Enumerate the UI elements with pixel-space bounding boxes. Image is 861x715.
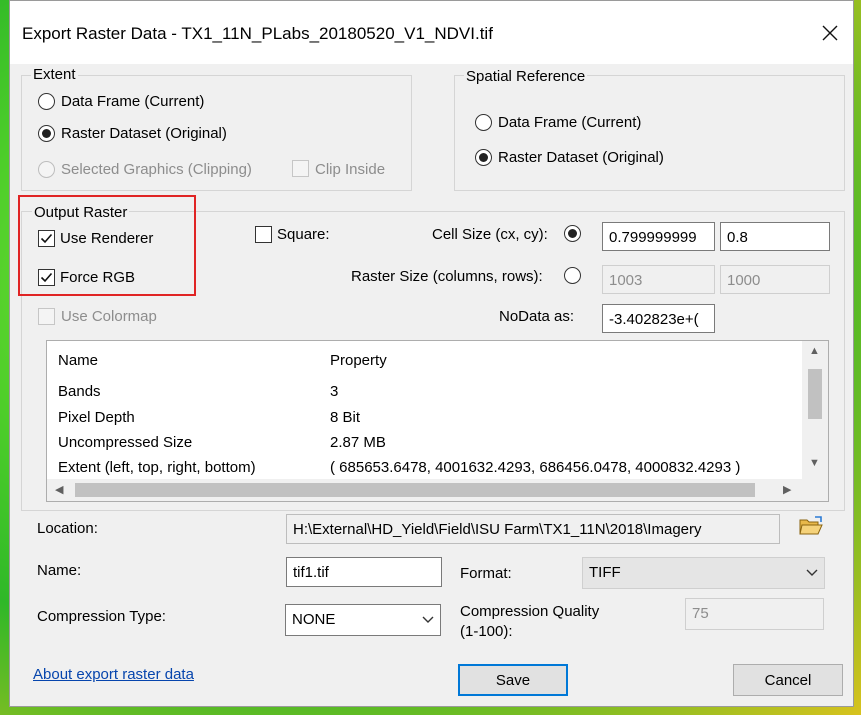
vertical-scroll-thumb[interactable]	[808, 369, 822, 419]
horizontal-scroll-thumb[interactable]	[75, 483, 755, 497]
location-input[interactable]: H:\External\HD_Yield\Field\ISU Farm\TX1_…	[286, 514, 780, 544]
compression-quality-label-line1: Compression Quality	[460, 603, 600, 620]
horizontal-scrollbar[interactable]: ◀ ▶	[47, 479, 802, 501]
compression-type-label: Compression Type:	[37, 608, 166, 625]
chevron-down-icon	[806, 569, 818, 576]
property-name: Bands	[58, 383, 101, 400]
property-name: Extent (left, top, right, bottom)	[58, 459, 256, 476]
square-label: Square:	[277, 226, 330, 243]
raster-size-radio[interactable]	[564, 267, 581, 284]
force-rgb-label: Force RGB	[60, 269, 136, 286]
force-rgb-checkbox[interactable]	[38, 269, 55, 286]
scroll-left-icon[interactable]: ◀	[55, 483, 63, 496]
extent-data-frame-label: Data Frame (Current)	[61, 93, 205, 110]
format-label: Format:	[460, 565, 512, 582]
checkmark-icon	[40, 272, 53, 283]
browse-folder-button[interactable]	[796, 512, 826, 540]
title-bar: Export Raster Data - TX1_11N_PLabs_20180…	[10, 1, 853, 64]
spatial-reference-group-label: Spatial Reference	[464, 68, 588, 85]
name-label: Name:	[37, 562, 82, 579]
raster-rows-input[interactable]: 1000	[720, 265, 830, 294]
use-renderer-label: Use Renderer	[60, 230, 154, 247]
chevron-down-icon	[422, 616, 434, 623]
sr-raster-dataset-label: Raster Dataset (Original)	[498, 149, 664, 166]
close-icon	[822, 25, 838, 41]
extent-raster-dataset-radio[interactable]	[38, 125, 55, 142]
compression-quality-label-line2: (1-100):	[460, 623, 513, 640]
property-name: Uncompressed Size	[58, 434, 193, 451]
close-button[interactable]	[807, 15, 853, 51]
nodata-input[interactable]: -3.402823e+(	[602, 304, 715, 333]
compression-type-dropdown[interactable]: NONE	[285, 604, 441, 636]
sr-data-frame-label: Data Frame (Current)	[498, 114, 642, 131]
property-value: 3	[330, 383, 339, 400]
column-header-property[interactable]: Property	[330, 352, 387, 369]
clip-inside-label: Clip Inside	[315, 161, 386, 178]
square-checkbox[interactable]	[255, 226, 272, 243]
format-dropdown[interactable]: TIFF	[582, 557, 825, 589]
cell-size-label: Cell Size (cx, cy):	[432, 226, 548, 243]
property-value: 2.87 MB	[330, 434, 386, 451]
location-label: Location:	[37, 520, 98, 537]
vertical-scrollbar[interactable]: ▲ ▼	[802, 341, 828, 479]
extent-selected-graphics-label: Selected Graphics (Clipping)	[61, 161, 252, 178]
compression-quality-input[interactable]: 75	[685, 598, 824, 630]
cell-size-radio[interactable]	[564, 225, 581, 242]
about-export-link[interactable]: About export raster data	[33, 666, 194, 683]
cell-size-y-input[interactable]: 0.8	[720, 222, 830, 251]
extent-data-frame-radio[interactable]	[38, 93, 55, 110]
property-value: 8 Bit	[330, 409, 361, 426]
sr-raster-dataset-radio[interactable]	[475, 149, 492, 166]
use-renderer-checkbox[interactable]	[38, 230, 55, 247]
column-header-name[interactable]: Name	[58, 352, 98, 369]
use-colormap-checkbox[interactable]	[38, 308, 55, 325]
scrollbar-corner	[802, 479, 828, 501]
scroll-down-icon[interactable]: ▼	[809, 457, 820, 469]
extent-group-label: Extent	[31, 66, 78, 83]
window-title: Export Raster Data - TX1_11N_PLabs_20180…	[22, 24, 493, 43]
open-folder-icon	[799, 516, 823, 535]
cancel-button[interactable]: Cancel	[733, 664, 843, 696]
raster-size-label: Raster Size (columns, rows):	[351, 268, 543, 285]
save-button[interactable]: Save	[458, 664, 568, 696]
extent-selected-graphics-radio[interactable]	[38, 161, 55, 178]
extent-raster-dataset-label: Raster Dataset (Original)	[61, 125, 227, 142]
raster-columns-input[interactable]: 1003	[602, 265, 715, 294]
cell-size-x-input[interactable]: 0.799999999	[602, 222, 715, 251]
compression-type-value: NONE	[292, 611, 336, 628]
nodata-label: NoData as:	[499, 308, 575, 325]
format-value: TIFF	[589, 564, 621, 581]
scroll-right-icon[interactable]: ▶	[783, 483, 791, 496]
sr-data-frame-radio[interactable]	[475, 114, 492, 131]
properties-list[interactable]: Name Property Bands 3 Pixel Depth 8 Bit …	[46, 340, 829, 502]
scroll-up-icon[interactable]: ▲	[809, 345, 820, 357]
checkmark-icon	[40, 233, 53, 244]
spatial-reference-group	[454, 75, 845, 191]
name-input[interactable]: tif1.tif	[286, 557, 442, 587]
property-value: ( 685653.6478, 4001632.4293, 686456.0478…	[330, 459, 741, 476]
use-colormap-label: Use Colormap	[61, 308, 157, 325]
property-name: Pixel Depth	[58, 409, 135, 426]
clip-inside-checkbox[interactable]	[292, 160, 309, 177]
